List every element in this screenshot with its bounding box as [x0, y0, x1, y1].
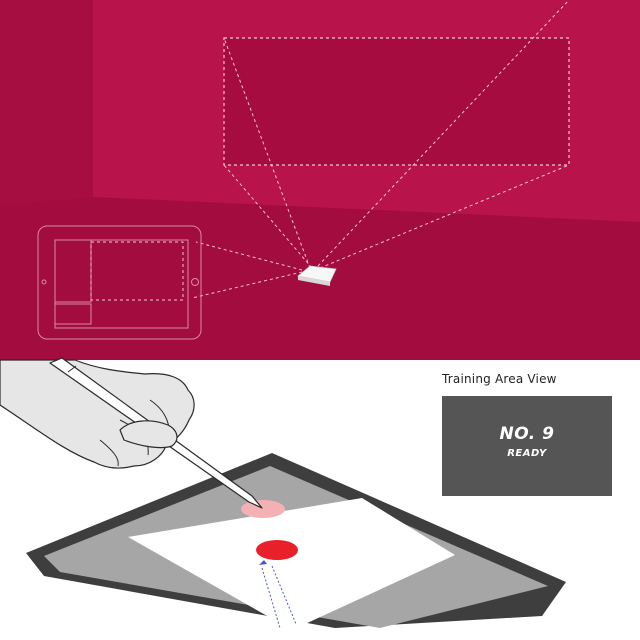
room-scene: [0, 0, 640, 360]
pen-touch-target: [241, 500, 285, 518]
red-target-dot: [256, 540, 298, 560]
ready-status-label: READY: [507, 448, 547, 459]
training-area-view-panel: NO. 9 READY: [442, 396, 612, 496]
projection-screen-area: [223, 37, 570, 166]
room-left-wall: [0, 0, 93, 205]
training-setup-illustration: [0, 0, 640, 630]
training-area-view-title: Training Area View: [442, 372, 557, 386]
player-number-label: NO. 9: [499, 424, 555, 444]
hand: [0, 359, 195, 469]
